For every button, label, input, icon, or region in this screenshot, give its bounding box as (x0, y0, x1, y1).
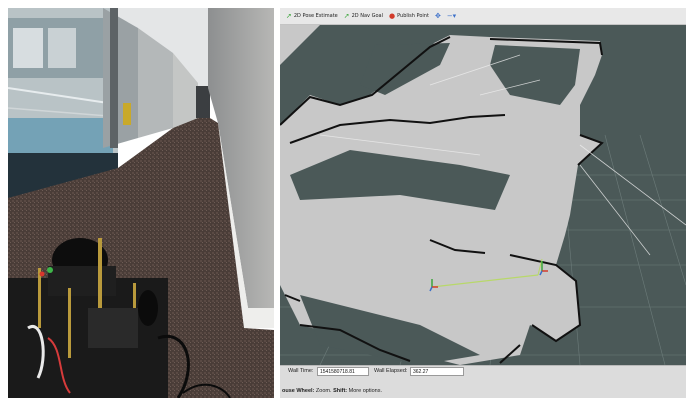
pose-estimate-button[interactable]: ➚ 2D Pose Estimate (286, 11, 338, 20)
move-camera-button[interactable]: ✥ (434, 11, 441, 20)
green-arrow-icon: ➚ (286, 11, 292, 20)
time-panel: Wall Time: 1541580718.81 Wall Elapsed: 3… (280, 365, 686, 398)
tool-dropdown-button[interactable]: −▾ (446, 11, 457, 20)
minus-dropdown-icon: −▾ (446, 11, 457, 20)
pose-estimate-label: 2D Pose Estimate (293, 13, 338, 19)
shift-hint-text: More options. (347, 388, 382, 394)
shift-hint-key: Shift: (333, 388, 348, 394)
nav-goal-label: 2D Nav Goal (351, 13, 383, 19)
mouse-wheel-hint-key: ouse Wheel: (282, 388, 315, 394)
wall-time-label: Wall Time: (288, 368, 314, 374)
3d-map-viewport[interactable] (280, 25, 686, 366)
rviz-toolbar: ➚ 2D Pose Estimate ➚ 2D Nav Goal ● Publi… (280, 8, 686, 25)
red-pin-icon: ● (389, 11, 396, 20)
rviz-window: ➚ 2D Pose Estimate ➚ 2D Nav Goal ● Publi… (280, 8, 686, 398)
wall-elapsed-label: Wall Elapsed: (374, 368, 408, 374)
wall-elapsed-field[interactable]: 362.27 (410, 367, 464, 376)
publish-point-label: Publish Point (397, 13, 429, 19)
mouse-wheel-hint-text: Zoom. (314, 388, 334, 394)
crosshair-icon: ✥ (434, 11, 441, 20)
publish-point-button[interactable]: ● Publish Point (389, 11, 429, 20)
green-arrow-icon: ➚ (343, 11, 350, 20)
robot-hallway-photo (8, 8, 274, 398)
nav-goal-button[interactable]: ➚ 2D Nav Goal (343, 11, 383, 20)
hallway-photo-graphic (8, 8, 274, 398)
wall-time-field[interactable]: 1541580718.81 (317, 367, 369, 376)
occupancy-map-graphic (280, 25, 686, 366)
status-hint: ouse Wheel: Zoom. Shift: More options. (282, 388, 382, 394)
